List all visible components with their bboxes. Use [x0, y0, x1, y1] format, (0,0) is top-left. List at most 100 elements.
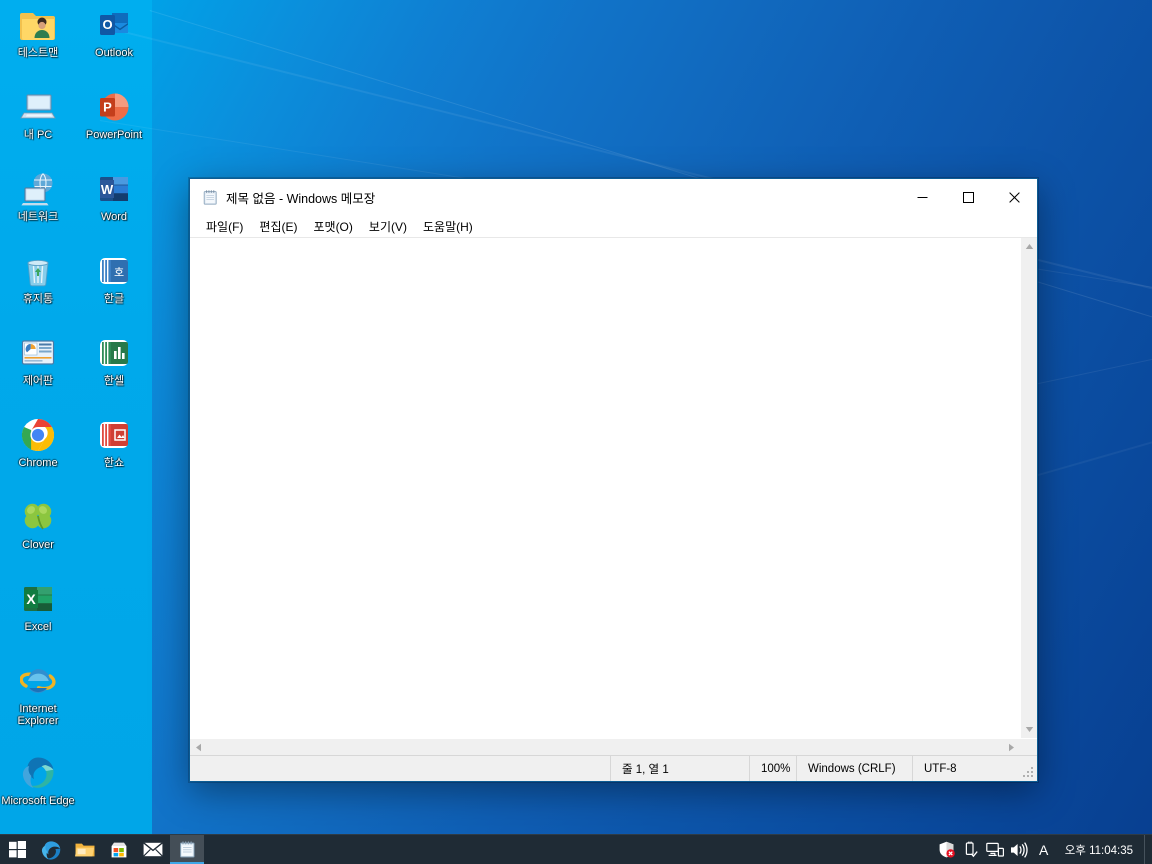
notepad-icon — [202, 189, 219, 206]
scroll-down-arrow[interactable] — [1021, 721, 1038, 738]
desktop-icon-column-left: 테스트맨 내 PC 네트워크 휴지통 제어판 Chrome Clover X E… — [0, 2, 76, 842]
desktop-icon-label: 제어판 — [22, 375, 54, 387]
status-line-ending: Windows (CRLF) — [797, 756, 913, 781]
svg-text:P: P — [103, 100, 112, 115]
taskbar-spacer — [204, 835, 935, 864]
outlook-icon: O — [95, 6, 133, 44]
file-explorer-button[interactable] — [68, 835, 102, 864]
svg-text:W: W — [101, 182, 114, 197]
hanshow-icon — [95, 416, 133, 454]
excel-icon: X — [19, 580, 57, 618]
edge-icon — [19, 754, 57, 792]
security-icon[interactable] — [935, 835, 959, 864]
taskbar[interactable]: A 오후 11:04:35 — [0, 834, 1152, 864]
svg-text:O: O — [102, 17, 112, 32]
status-blank-cell — [190, 756, 611, 781]
safely-remove-hardware-icon[interactable] — [959, 835, 983, 864]
desktop-icon-label: 한쇼 — [103, 457, 125, 469]
chrome-icon — [19, 416, 57, 454]
this-pc-icon — [19, 88, 57, 126]
menu-help[interactable]: 도움말(H) — [416, 216, 480, 238]
horizontal-scrollbar-row — [190, 738, 1037, 756]
scroll-left-arrow[interactable] — [190, 739, 207, 756]
desktop-icon-label: PowerPoint — [85, 129, 143, 141]
desktop-icon-label: 테스트맨 — [17, 47, 59, 59]
desktop-icon-label: Microsoft Edge — [1, 795, 75, 807]
vertical-scrollbar[interactable] — [1020, 238, 1037, 738]
hangul-icon: 호 — [95, 252, 133, 290]
desktop-icon-chrome[interactable]: Chrome — [0, 412, 76, 494]
desktop-icon-label: 휴지통 — [22, 293, 54, 305]
scroll-right-arrow[interactable] — [1003, 739, 1020, 756]
desktop-icon-label: Chrome — [18, 457, 58, 469]
system-tray: A 오후 11:04:35 — [935, 834, 1152, 864]
desktop-icon-label: Excel — [24, 621, 52, 633]
ime-indicator[interactable]: A — [1031, 835, 1057, 864]
notepad-title-bar[interactable]: 제목 없음 - Windows 메모장 — [190, 179, 1037, 216]
menu-view[interactable]: 보기(V) — [362, 216, 414, 238]
desktop-icon-label: Internet Explorer — [17, 703, 59, 727]
menu-edit[interactable]: 편집(E) — [252, 216, 304, 238]
desktop-icon-hangul[interactable]: 호 한글 — [76, 248, 152, 330]
clock[interactable]: 오후 11:04:35 — [1057, 835, 1144, 864]
desktop-icon-column-right: O Outlook P PowerPoint W Word 호 한글 한셀 한쇼 — [76, 2, 152, 494]
powerpoint-icon: P — [95, 88, 133, 126]
internet-explorer-icon — [19, 662, 57, 700]
control-panel-icon — [19, 334, 57, 372]
notepad-task-button[interactable] — [170, 835, 204, 864]
show-desktop-button[interactable] — [1144, 834, 1150, 864]
desktop-icon-hanshow[interactable]: 한쇼 — [76, 412, 152, 494]
hancell-icon — [95, 334, 133, 372]
desktop-icon-this-pc[interactable]: 내 PC — [0, 84, 76, 166]
desktop-icon-label: 네트워크 — [17, 211, 59, 223]
notepad-menu-bar[interactable]: 파일(F) 편집(E) 포맷(O) 보기(V) 도움말(H) — [190, 216, 1037, 238]
word-icon: W — [95, 170, 133, 208]
horizontal-scrollbar[interactable] — [190, 739, 1020, 755]
desktop-icon-clover[interactable]: Clover — [0, 494, 76, 576]
resize-grip[interactable] — [1023, 767, 1034, 778]
notepad-title-text: 제목 없음 - Windows 메모장 — [226, 192, 376, 206]
volume-icon[interactable] — [1007, 835, 1031, 864]
desktop-icon-outlook[interactable]: O Outlook — [76, 2, 152, 84]
desktop-icon-label: 한글 — [103, 293, 125, 305]
desktop-icon-excel[interactable]: X Excel — [0, 576, 76, 658]
desktop-icon-recycle-bin[interactable]: 휴지통 — [0, 248, 76, 330]
menu-format[interactable]: 포맷(O) — [306, 216, 359, 238]
desktop-icon-network[interactable]: 네트워크 — [0, 166, 76, 248]
desktop-icon-label: Clover — [22, 539, 54, 551]
svg-text:호: 호 — [114, 266, 124, 279]
svg-text:X: X — [26, 591, 36, 607]
desktop-icon-control-panel[interactable]: 제어판 — [0, 330, 76, 412]
user-folder-icon — [19, 6, 57, 44]
scrollbar-corner — [1020, 739, 1037, 756]
desktop-icon-microsoft-edge[interactable]: Microsoft Edge — [0, 750, 76, 842]
recycle-bin-icon — [19, 252, 57, 290]
menu-file[interactable]: 파일(F) — [199, 216, 250, 238]
status-zoom-level: 100% — [750, 756, 797, 781]
mail-button[interactable] — [136, 835, 170, 864]
network-icon[interactable] — [983, 835, 1007, 864]
desktop-icon-hancell[interactable]: 한셀 — [76, 330, 152, 412]
desktop-icon-powerpoint[interactable]: P PowerPoint — [76, 84, 152, 166]
start-button[interactable] — [0, 835, 34, 864]
maximize-button[interactable] — [945, 179, 991, 216]
microsoft-store-button[interactable] — [102, 835, 136, 864]
notepad-window[interactable]: 제목 없음 - Windows 메모장 파일(F) 편집(E) 포맷(O) 보기… — [189, 178, 1038, 782]
status-encoding: UTF-8 — [913, 756, 1037, 781]
desktop-icon-internet-explorer[interactable]: Internet Explorer — [0, 658, 76, 750]
desktop-icon-test-man[interactable]: 테스트맨 — [0, 2, 76, 84]
minimize-button[interactable] — [899, 179, 945, 216]
desktop-icon-label: 내 PC — [23, 129, 53, 141]
status-encoding-text: UTF-8 — [924, 762, 957, 775]
close-button[interactable] — [991, 179, 1037, 216]
desktop[interactable]: 테스트맨 내 PC 네트워크 휴지통 제어판 Chrome Clover X E… — [0, 0, 1152, 864]
network-icon — [19, 170, 57, 208]
desktop-icon-label: Outlook — [95, 47, 133, 59]
notepad-status-bar: 줄 1, 열 1 100% Windows (CRLF) UTF-8 — [190, 755, 1037, 781]
clover-icon — [19, 498, 57, 536]
desktop-icon-word[interactable]: W Word — [76, 166, 152, 248]
edge-legacy-button[interactable] — [34, 835, 68, 864]
scroll-up-arrow[interactable] — [1021, 238, 1038, 255]
notepad-text-input[interactable] — [190, 238, 1020, 738]
desktop-icon-label: Word — [100, 211, 128, 223]
